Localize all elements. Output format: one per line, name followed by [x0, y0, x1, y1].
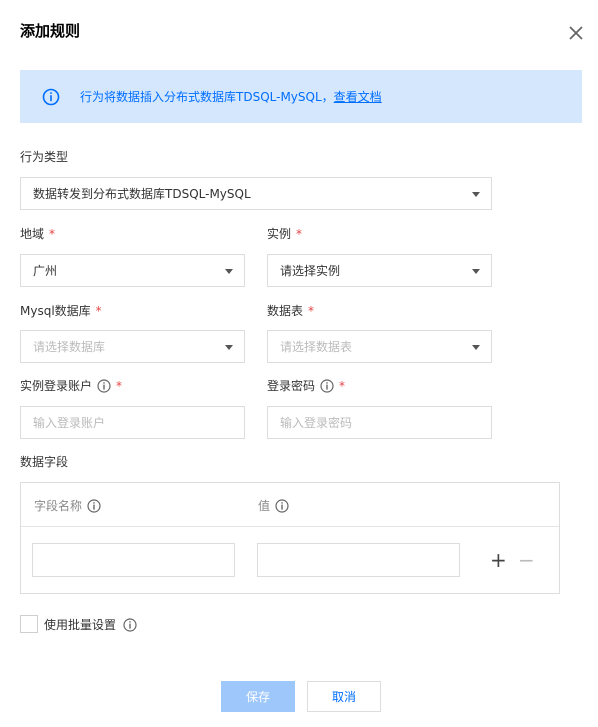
help-icon[interactable]	[87, 498, 101, 513]
help-icon[interactable]	[275, 498, 289, 513]
fields-table-header: 字段名称 值	[21, 483, 559, 527]
fields-table: 字段名称 值 + −	[20, 482, 560, 594]
instance-value: 请选择实例	[280, 264, 341, 278]
table-placeholder: 请选择数据表	[280, 340, 353, 354]
region-label-text: 地域	[20, 227, 45, 241]
behavior-type-label: 行为类型	[20, 148, 68, 165]
table-label-text: 数据表	[267, 304, 304, 318]
database-label-text: Mysql数据库	[20, 304, 91, 318]
remove-row-button[interactable]: −	[518, 550, 535, 570]
save-button[interactable]: 保存	[221, 681, 295, 712]
region-select[interactable]: 广州	[20, 254, 245, 287]
required-mark: *	[116, 378, 123, 393]
required-mark: *	[296, 226, 303, 241]
help-icon[interactable]	[97, 378, 111, 393]
behavior-type-select[interactable]: 数据转发到分布式数据库TDSQL-MySQL	[20, 177, 492, 210]
required-mark: *	[95, 303, 102, 318]
behavior-type-value: 数据转发到分布式数据库TDSQL-MySQL	[33, 187, 251, 201]
chevron-down-icon	[472, 345, 480, 350]
help-icon[interactable]	[123, 617, 137, 632]
banner-message: 行为将数据插入分布式数据库TDSQL-MySQL，	[80, 90, 334, 104]
column-header-value-text: 值	[258, 499, 271, 513]
column-header-value: 值	[258, 497, 289, 514]
instance-label-text: 实例	[267, 227, 292, 241]
info-icon	[42, 88, 60, 105]
database-select[interactable]: 请选择数据库	[20, 330, 245, 363]
chevron-down-icon	[225, 345, 233, 350]
instance-label: 实例 *	[267, 225, 302, 242]
add-row-button[interactable]: +	[490, 550, 507, 570]
password-label: 登录密码 *	[267, 377, 345, 394]
field-value-input[interactable]	[257, 543, 460, 577]
column-header-field-name: 字段名称	[34, 497, 101, 514]
close-icon[interactable]	[566, 23, 586, 43]
password-label-text: 登录密码	[267, 379, 316, 393]
column-header-field-name-text: 字段名称	[34, 499, 83, 513]
required-mark: *	[339, 378, 346, 393]
instance-select[interactable]: 请选择实例	[267, 254, 492, 287]
fields-label: 数据字段	[20, 453, 68, 470]
banner-text: 行为将数据插入分布式数据库TDSQL-MySQL，查看文档	[80, 88, 382, 105]
dialog-title: 添加规则	[20, 22, 81, 40]
account-input[interactable]: 输入登录账户	[20, 406, 245, 439]
account-placeholder: 输入登录账户	[33, 416, 106, 430]
database-placeholder: 请选择数据库	[33, 340, 106, 354]
table-select[interactable]: 请选择数据表	[267, 330, 492, 363]
database-label: Mysql数据库 *	[20, 302, 102, 319]
required-mark: *	[49, 226, 56, 241]
table-label: 数据表 *	[267, 302, 314, 319]
behavior-type-label-text: 行为类型	[20, 150, 69, 164]
field-name-input[interactable]	[32, 543, 235, 577]
batch-setting-label: 使用批量设置	[44, 616, 137, 633]
batch-setting-checkbox[interactable]	[20, 615, 38, 633]
help-icon[interactable]	[320, 378, 334, 393]
password-placeholder: 输入登录密码	[280, 416, 353, 430]
chevron-down-icon	[225, 269, 233, 274]
cancel-button[interactable]: 取消	[307, 681, 381, 712]
info-banner: 行为将数据插入分布式数据库TDSQL-MySQL，查看文档	[20, 70, 582, 123]
required-mark: *	[308, 303, 315, 318]
fields-label-text: 数据字段	[20, 455, 69, 469]
region-value: 广州	[33, 264, 58, 278]
view-docs-link[interactable]: 查看文档	[334, 90, 382, 104]
chevron-down-icon	[472, 269, 480, 274]
password-input[interactable]: 输入登录密码	[267, 406, 492, 439]
chevron-down-icon	[472, 192, 480, 197]
account-label: 实例登录账户 *	[20, 377, 122, 394]
region-label: 地域 *	[20, 225, 55, 242]
account-label-text: 实例登录账户	[20, 379, 93, 393]
batch-setting-label-text: 使用批量设置	[44, 618, 117, 632]
